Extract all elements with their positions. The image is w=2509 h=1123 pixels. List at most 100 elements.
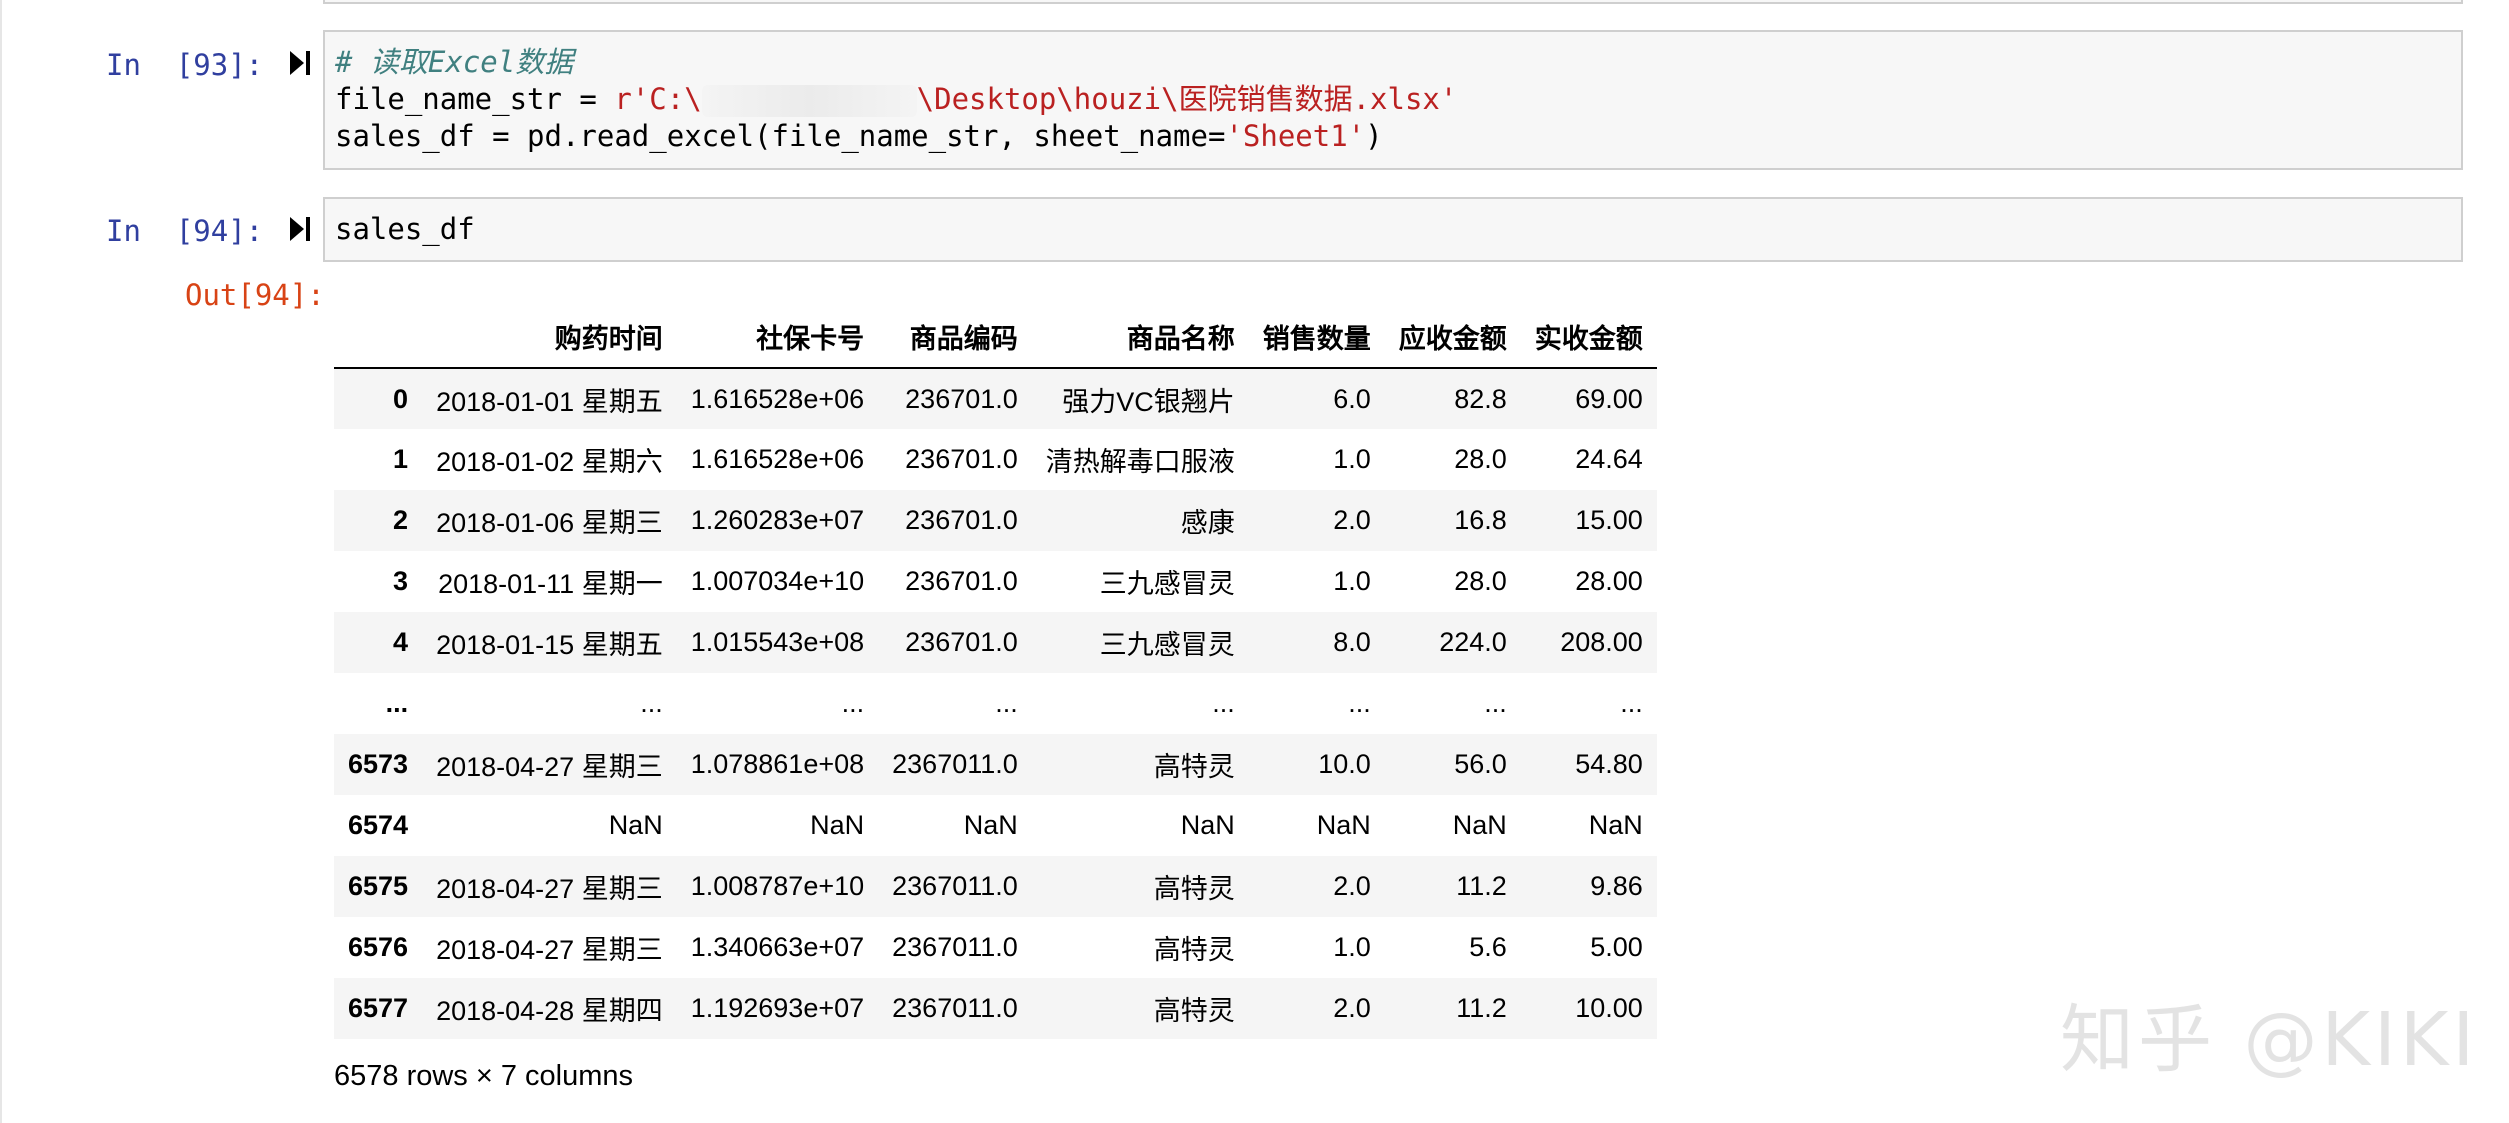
- dataframe-table: 购药时间 社保卡号 商品编码 商品名称 销售数量 应收金额 实收金额 0 2018…: [334, 305, 1657, 1039]
- row-index: ...: [385, 688, 409, 718]
- table-cell: 69.00: [1575, 383, 1643, 414]
- table-cell: 2018-04-27 星期三: [436, 935, 663, 965]
- table-cell: 236701.0: [905, 566, 1018, 596]
- table-row: 6575 2018-04-27 星期三 1.008787e+10 2367011.0 高…: [334, 856, 1657, 917]
- column-header: 实收金额: [1520, 305, 1657, 369]
- row-index: 6574: [348, 810, 409, 840]
- code-string: r'C:\: [614, 82, 702, 116]
- table-cell: 2018-01-01 星期五: [436, 386, 663, 417]
- table-cell: 28.0: [1454, 566, 1507, 596]
- table-cell: 2018-04-27 星期三: [436, 752, 663, 782]
- code-string: 'Sheet1': [1225, 119, 1366, 153]
- table-cell: 224.0: [1439, 627, 1507, 657]
- table-cell: 8.0: [1333, 627, 1371, 657]
- column-header: 商品名称: [1031, 305, 1249, 369]
- code-string: \Desktop\houzi\医院销售数据.xlsx': [916, 82, 1458, 116]
- table-cell: ...: [995, 688, 1018, 718]
- cell-94-prompt: In [94]:: [106, 214, 264, 248]
- table-cell: NaN: [1588, 810, 1643, 840]
- table-cell: 236701.0: [905, 627, 1018, 657]
- table-cell: 10.00: [1575, 993, 1643, 1023]
- table-cell: 感康: [1180, 508, 1235, 538]
- table-cell: ...: [841, 688, 865, 718]
- table-cell: NaN: [963, 810, 1018, 840]
- column-header: 商品编码: [878, 305, 1032, 369]
- table-cell: 2367011.0: [892, 993, 1018, 1023]
- table-cell: 5.00: [1590, 932, 1643, 962]
- output-prompt: Out[94]:: [185, 278, 325, 312]
- code-comment: # 读取Excel数据: [335, 45, 574, 79]
- table-row: 6573 2018-04-27 星期三 1.078861e+08 2367011.0 高…: [334, 734, 1657, 795]
- table-cell: 82.8: [1454, 383, 1507, 414]
- table-cell: NaN: [810, 810, 865, 840]
- table-cell: 1.0: [1333, 566, 1371, 596]
- table-cell: 清热解毒口服液: [1045, 447, 1235, 477]
- table-cell: 28.00: [1575, 566, 1643, 596]
- table-cell: 1.0: [1333, 444, 1371, 474]
- run-cell-icon[interactable]: [288, 215, 312, 243]
- watermark: 知乎 @KIKI: [2060, 997, 2479, 1083]
- table-cell: 高特灵: [1153, 996, 1235, 1026]
- code-cell-94[interactable]: sales_df: [323, 197, 2463, 262]
- table-cell: 2367011.0: [892, 871, 1018, 901]
- dataframe-summary: 6578 rows × 7 columns: [334, 1060, 634, 1092]
- table-row: 0 2018-01-01 星期五 1.616528e+06 236701.0 强力VC银…: [334, 368, 1657, 429]
- table-row: ........................: [334, 673, 1657, 734]
- table-cell: 1.260283e+07: [690, 505, 865, 535]
- table-cell: ...: [1212, 688, 1235, 718]
- row-index: 6575: [348, 871, 409, 901]
- table-cell: 54.80: [1575, 749, 1643, 779]
- cell-93-prompt: In [93]:: [106, 48, 264, 82]
- row-index: 6573: [348, 749, 409, 779]
- table-cell: 2018-01-06 星期三: [436, 508, 663, 538]
- row-index: 3: [393, 566, 409, 596]
- table-cell: 1.007034e+10: [690, 566, 865, 596]
- table-cell: 16.8: [1454, 505, 1507, 535]
- table-cell: 2018-04-28 星期四: [436, 996, 663, 1026]
- previous-cell-edge: [323, 0, 2463, 4]
- table-cell: 11.2: [1456, 993, 1507, 1023]
- table-row: 6576 2018-04-27 星期三 1.340663e+07 2367011.0 高…: [334, 917, 1657, 978]
- table-cell: 1.008787e+10: [690, 871, 865, 901]
- table-cell: NaN: [1316, 810, 1371, 840]
- table-cell: 2018-01-15 星期五: [436, 630, 663, 660]
- table-cell: ...: [640, 688, 663, 718]
- code-text: sales_df: [335, 212, 475, 246]
- table-header-row: 购药时间 社保卡号 商品编码 商品名称 销售数量 应收金额 实收金额: [334, 305, 1657, 369]
- table-cell: 2.0: [1333, 993, 1371, 1023]
- code-text: file_name_str =: [335, 82, 615, 116]
- code-cell-93[interactable]: # 读取Excel数据 file_name_str = r'C:\ \Deskto…: [323, 30, 2463, 170]
- table-cell: 强力VC银翘片: [1062, 386, 1235, 417]
- table-cell: 5.6: [1469, 932, 1507, 962]
- table-cell: 高特灵: [1153, 935, 1235, 965]
- code-text: sales_df = pd.read_excel(file_name_str, …: [335, 119, 1226, 153]
- table-cell: ...: [1348, 688, 1371, 718]
- table-cell: 1.616528e+06: [690, 383, 865, 414]
- table-row: 4 2018-01-15 星期五 1.015543e+08 236701.0 三九感冒灵…: [334, 612, 1657, 673]
- column-header: 购药时间: [422, 305, 677, 369]
- table-cell: 10.0: [1318, 749, 1371, 779]
- table-cell: 三九感冒灵: [1099, 569, 1235, 599]
- table-cell: 1.340663e+07: [690, 932, 865, 962]
- table-cell: 236701.0: [905, 444, 1018, 474]
- table-cell: 28.0: [1454, 444, 1507, 474]
- table-cell: 1.616528e+06: [690, 444, 865, 474]
- column-header: 销售数量: [1248, 305, 1385, 369]
- table-cell: NaN: [1452, 810, 1507, 840]
- table-cell: 15.00: [1575, 505, 1643, 535]
- run-cell-icon[interactable]: [288, 49, 312, 77]
- table-cell: ...: [1484, 688, 1507, 718]
- row-index: 0: [393, 383, 409, 414]
- table-row: 1 2018-01-02 星期六 1.616528e+06 236701.0 清热解毒口…: [334, 429, 1657, 490]
- table-body: 0 2018-01-01 星期五 1.616528e+06 236701.0 强力VC银…: [334, 368, 1657, 1039]
- table-cell: 208.00: [1560, 627, 1643, 657]
- table-cell: 236701.0: [905, 383, 1018, 414]
- table-cell: 2.0: [1333, 871, 1371, 901]
- table-cell: 1.0: [1333, 932, 1371, 962]
- table-cell: NaN: [1180, 810, 1235, 840]
- table-row: 3 2018-01-11 星期一 1.007034e+10 236701.0 三九感冒灵…: [334, 551, 1657, 612]
- table-cell: 三九感冒灵: [1099, 630, 1235, 660]
- row-index: 6577: [348, 993, 409, 1023]
- table-cell: 1.015543e+08: [690, 627, 865, 657]
- table-cell: 高特灵: [1153, 874, 1235, 904]
